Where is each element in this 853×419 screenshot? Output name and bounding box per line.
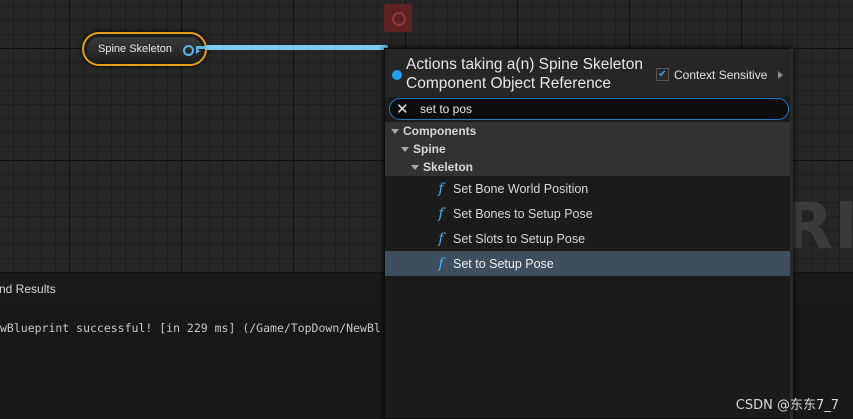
node-label: Spine Skeleton — [98, 43, 172, 55]
menu-header: Actions taking a(n) Spine Skeleton Compo… — [385, 49, 792, 97]
context-sensitive-label[interactable]: Context Sensitive — [674, 68, 767, 82]
action-set-bone-world-position[interactable]: f Set Bone World Position — [385, 176, 792, 201]
drag-wire — [206, 45, 388, 50]
category-label: Spine — [413, 142, 446, 156]
function-icon: f — [438, 180, 444, 197]
collapse-triangle-icon — [411, 164, 419, 170]
function-icon: f — [438, 255, 444, 272]
csdn-watermark: CSDN @东东7_7 — [735, 398, 839, 413]
warning-marker-icon — [384, 4, 412, 32]
menu-scrollbar[interactable] — [790, 48, 793, 419]
action-context-menu: Actions taking a(n) Spine Skeleton Compo… — [384, 48, 793, 419]
menu-title: Actions taking a(n) Spine Skeleton Compo… — [406, 56, 643, 92]
wire-stub — [196, 46, 206, 49]
function-icon: f — [438, 230, 444, 247]
clear-search-icon[interactable]: ✕ — [396, 100, 409, 118]
action-label: Set Slots to Setup Pose — [453, 231, 586, 246]
action-label: Set Bones to Setup Pose — [453, 206, 593, 221]
action-set-bones-to-setup-pose[interactable]: f Set Bones to Setup Pose — [385, 201, 792, 226]
object-reference-pin-icon — [392, 70, 402, 80]
function-icon: f — [438, 205, 444, 222]
category-spine[interactable]: Spine — [385, 140, 792, 158]
collapse-triangle-icon — [401, 146, 409, 152]
output-pin-icon[interactable] — [183, 45, 194, 56]
action-set-to-setup-pose[interactable]: f Set to Setup Pose — [385, 251, 792, 276]
action-label: Set Bone World Position — [453, 181, 589, 196]
category-skeleton[interactable]: Skeleton — [385, 158, 792, 176]
search-box[interactable]: ✕ — [389, 98, 789, 120]
action-label: Set to Setup Pose — [453, 256, 554, 271]
spine-skeleton-node[interactable]: Spine Skeleton — [82, 32, 207, 66]
find-results-title: nd Results — [0, 281, 56, 296]
collapse-triangle-icon — [391, 128, 399, 134]
expand-arrow-icon[interactable] — [778, 71, 783, 79]
results-log-line: wBlueprint successful! [in 229 ms] (/Gam… — [0, 321, 381, 335]
search-input[interactable] — [420, 101, 780, 117]
category-label: Components — [403, 124, 477, 138]
context-sensitive-checkbox[interactable]: ✔ — [656, 68, 669, 81]
category-label: Skeleton — [423, 160, 474, 174]
action-set-slots-to-setup-pose[interactable]: f Set Slots to Setup Pose — [385, 226, 792, 251]
category-components[interactable]: Components — [385, 122, 792, 140]
